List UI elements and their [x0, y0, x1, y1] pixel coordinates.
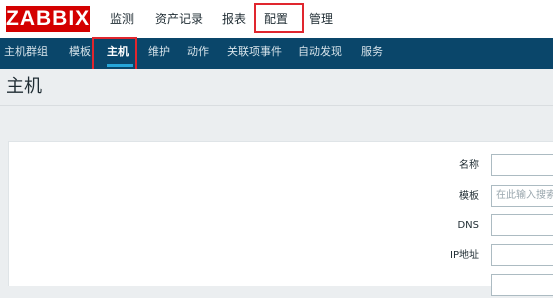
- menu-item-reports[interactable]: 报表: [222, 10, 246, 28]
- highlight-config-box: [254, 3, 304, 33]
- partial-input[interactable]: [491, 274, 553, 296]
- zabbix-logo[interactable]: ZABBIX: [6, 6, 90, 32]
- filter-row-name: 名称: [9, 154, 553, 178]
- subnav-actions[interactable]: 动作: [187, 38, 209, 69]
- subnav-discovery[interactable]: 自动发现: [298, 38, 342, 69]
- filter-row-template: 模板 在此输入搜索: [9, 185, 553, 209]
- subnav-templates[interactable]: 模板: [69, 38, 91, 69]
- subnav-services[interactable]: 服务: [361, 38, 383, 69]
- filter-row-partial: [9, 274, 553, 298]
- page-title: 主机: [6, 76, 42, 97]
- subnav-correlation[interactable]: 关联项事件: [227, 38, 282, 69]
- dns-input[interactable]: [491, 214, 553, 236]
- name-label: 名称: [459, 160, 479, 171]
- active-tab-underline: [107, 64, 133, 67]
- ip-label: IP地址: [450, 250, 479, 261]
- ip-input[interactable]: [491, 244, 553, 266]
- subnav-host-groups[interactable]: 主机群组: [4, 38, 48, 69]
- template-label: 模板: [459, 191, 479, 202]
- filter-tab-strip: [0, 106, 553, 140]
- dns-label: DNS: [457, 220, 479, 231]
- filter-form: 名称 模板 在此输入搜索 DNS IP地址: [8, 141, 553, 296]
- filter-row-dns: DNS: [9, 214, 553, 238]
- menu-item-inventory[interactable]: 资产记录: [155, 10, 203, 28]
- top-header: ZABBIX 监测 资产记录 报表 配置 管理: [0, 0, 553, 38]
- name-input[interactable]: [491, 154, 553, 176]
- menu-item-monitoring[interactable]: 监测: [110, 10, 134, 28]
- subnav-maintenance[interactable]: 维护: [148, 38, 170, 69]
- page-header: 主机: [0, 69, 553, 106]
- menu-item-administration[interactable]: 管理: [309, 10, 333, 28]
- sub-navigation: 主机群组 模板 主机 维护 动作 关联项事件 自动发现 服务: [0, 38, 553, 69]
- filter-row-ip: IP地址: [9, 244, 553, 268]
- template-search-input[interactable]: 在此输入搜索: [491, 185, 553, 207]
